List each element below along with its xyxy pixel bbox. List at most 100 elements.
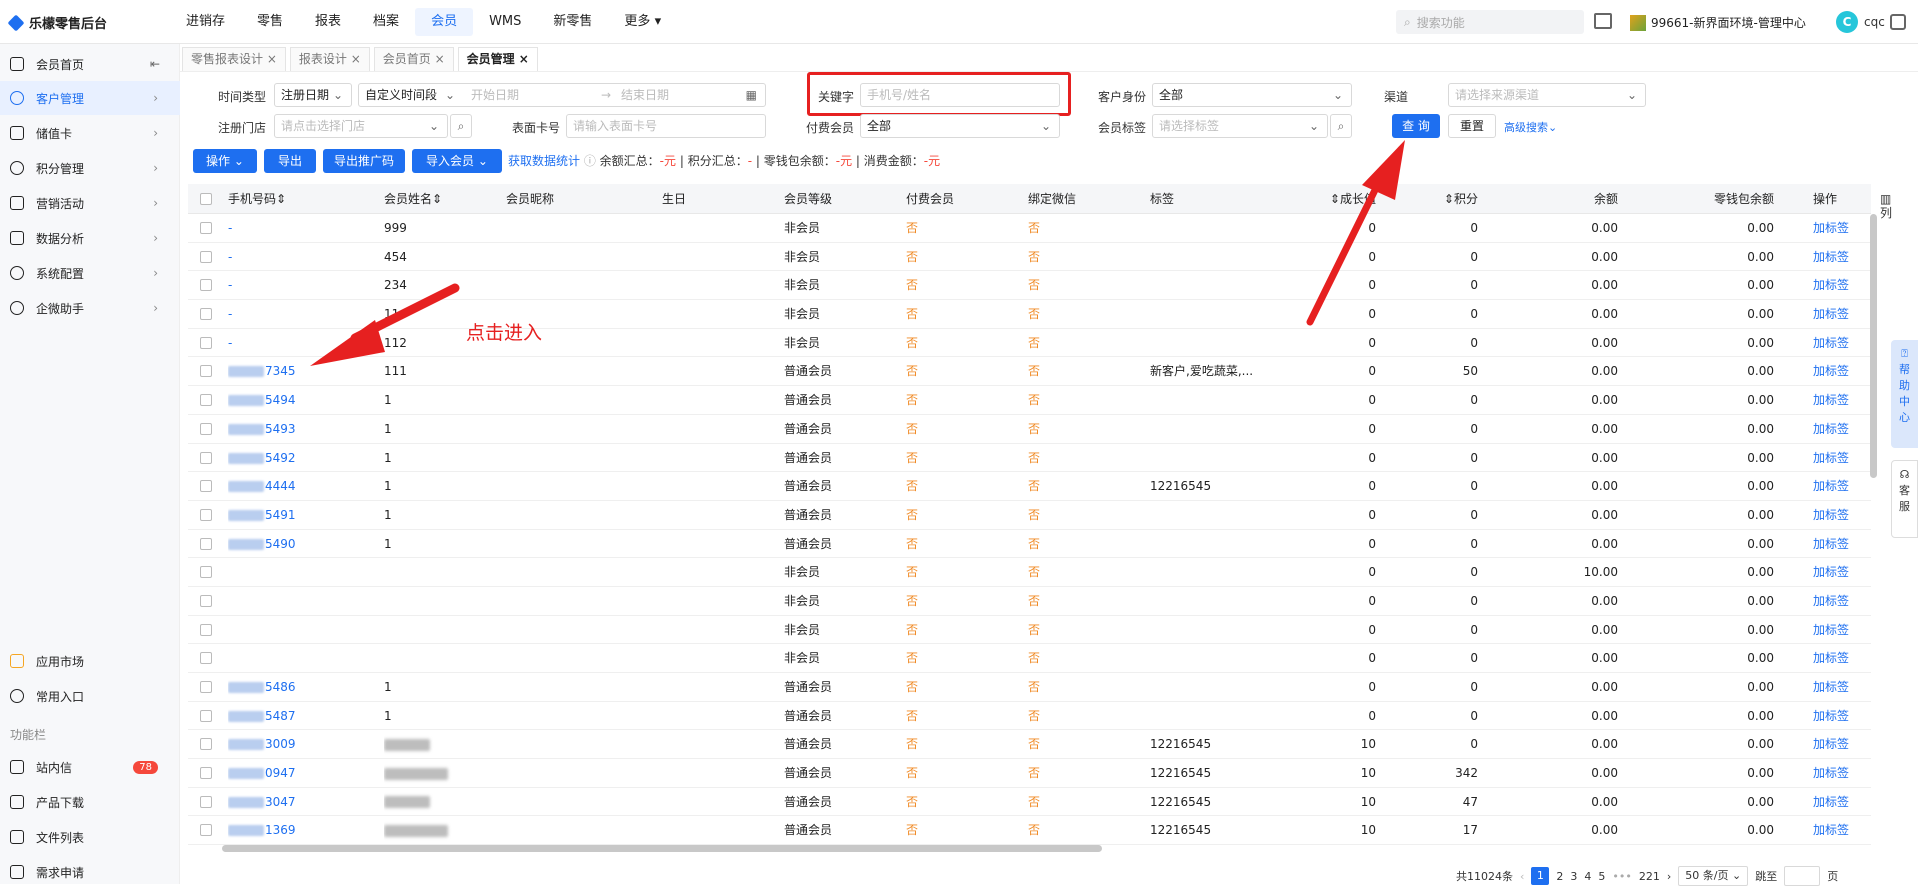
row-checkbox[interactable] [200, 250, 212, 263]
org-switcher[interactable]: 99661-新界面环境-管理中心 [1630, 14, 1806, 31]
row-checkbox[interactable] [200, 795, 212, 808]
add-tag-link[interactable]: 加标签 [1813, 415, 1863, 443]
header-phone[interactable]: 手机号码⇕ [228, 184, 286, 214]
sidebar-item-wecom[interactable]: 企微助手 › [0, 291, 180, 325]
add-tag-link[interactable]: 加标签 [1813, 271, 1863, 299]
add-tag-link[interactable]: 加标签 [1813, 386, 1863, 414]
cell-phone[interactable] [228, 587, 358, 615]
cell-phone[interactable]: 5494 [228, 386, 358, 414]
cell-phone[interactable]: - [228, 243, 358, 271]
cell-phone[interactable]: 3009 [228, 730, 358, 758]
select-all-checkbox[interactable] [200, 193, 212, 205]
export-promo-code-button[interactable]: 导出推广码 [323, 149, 405, 173]
identity-select[interactable]: 全部 ⌄ [1152, 83, 1352, 107]
row-checkbox[interactable] [200, 566, 212, 579]
row-checkbox[interactable] [200, 422, 212, 435]
sidebar-item-points[interactable]: 积分管理 › [0, 151, 180, 185]
add-tag-link[interactable]: 加标签 [1813, 300, 1863, 328]
tab-retail-report-design[interactable]: 零售报表设计 × [182, 47, 286, 71]
cell-phone[interactable] [228, 558, 358, 586]
sidebar-item-customer[interactable]: 客户管理 › [0, 81, 180, 115]
row-checkbox[interactable] [200, 365, 212, 378]
add-tag-link[interactable]: 加标签 [1813, 644, 1863, 672]
cell-phone[interactable]: 5491 [228, 501, 358, 529]
add-tag-link[interactable]: 加标签 [1813, 472, 1863, 500]
add-tag-link[interactable]: 加标签 [1813, 788, 1863, 816]
page-last[interactable]: 221 [1639, 870, 1660, 883]
add-tag-link[interactable]: 加标签 [1813, 357, 1863, 385]
reset-button[interactable]: 重置 [1448, 114, 1496, 138]
row-checkbox[interactable] [200, 594, 212, 607]
sidebar-item-messages[interactable]: 站内信 78 [0, 750, 180, 784]
card-number-input[interactable]: 请输入表面卡号 [566, 114, 766, 138]
row-checkbox[interactable] [200, 738, 212, 751]
page-ellipsis[interactable]: ••• [1612, 870, 1631, 883]
add-tag-link[interactable]: 加标签 [1813, 616, 1863, 644]
row-checkbox[interactable] [200, 652, 212, 665]
nav-inventory[interactable]: 进销存 [170, 0, 241, 44]
row-checkbox[interactable] [200, 336, 212, 349]
sidebar-item-system[interactable]: 系统配置 › [0, 256, 180, 290]
cell-phone[interactable]: 7345 [228, 357, 358, 385]
add-tag-link[interactable]: 加标签 [1813, 214, 1863, 242]
nav-report[interactable]: 报表 [299, 0, 357, 44]
nav-more[interactable]: 更多 ▾ [608, 0, 677, 44]
channel-select[interactable]: 请选择来源渠道 ⌄ [1448, 83, 1646, 107]
cell-phone[interactable] [228, 644, 358, 672]
printer-icon[interactable] [1594, 13, 1612, 29]
add-tag-link[interactable]: 加标签 [1813, 530, 1863, 558]
tab-member-home[interactable]: 会员首页 × [373, 47, 454, 71]
time-type-select[interactable]: 注册日期 ⌄ [274, 83, 352, 107]
add-tag-link[interactable]: 加标签 [1813, 587, 1863, 615]
header-name[interactable]: 会员姓名⇕ [384, 184, 442, 214]
sidebar-item-download[interactable]: 产品下载 [0, 785, 180, 819]
store-search-button[interactable]: ⌕ [450, 114, 472, 138]
collapse-icon[interactable]: ⇤ [150, 57, 160, 71]
row-checkbox[interactable] [200, 394, 212, 407]
cell-phone[interactable]: 5492 [228, 444, 358, 472]
sidebar-item-analytics[interactable]: 数据分析 › [0, 221, 180, 255]
add-tag-link[interactable]: 加标签 [1813, 673, 1863, 701]
sidebar-item-marketing[interactable]: 营销活动 › [0, 186, 180, 220]
fetch-stats-link[interactable]: 获取数据统计 [508, 154, 580, 168]
row-checkbox[interactable] [200, 451, 212, 464]
page-3[interactable]: 3 [1570, 870, 1577, 883]
customer-service-button[interactable]: ☊ 客服 [1891, 460, 1918, 538]
paid-select[interactable]: 全部 ⌄ [860, 114, 1060, 138]
tag-select[interactable]: 请选择标签 ⌄ [1152, 114, 1328, 138]
add-tag-link[interactable]: 加标签 [1813, 759, 1863, 787]
tag-search-button[interactable]: ⌕ [1330, 114, 1352, 138]
nav-retail[interactable]: 零售 [241, 0, 299, 44]
row-checkbox[interactable] [200, 308, 212, 321]
row-checkbox[interactable] [200, 623, 212, 636]
row-checkbox[interactable] [200, 767, 212, 780]
add-tag-link[interactable]: 加标签 [1813, 329, 1863, 357]
add-tag-link[interactable]: 加标签 [1813, 816, 1863, 844]
horizontal-scrollbar[interactable] [222, 845, 1102, 852]
sidebar-item-stored-card[interactable]: 储值卡 › [0, 116, 180, 150]
operation-menu-button[interactable]: 操作 ⌄ [193, 149, 257, 173]
next-page-icon[interactable]: › [1667, 870, 1671, 883]
cell-phone[interactable]: 0947 [228, 759, 358, 787]
vertical-scrollbar[interactable] [1870, 214, 1877, 478]
sidebar-item-files[interactable]: 文件列表 [0, 820, 180, 854]
cell-phone[interactable]: - [228, 329, 358, 357]
row-checkbox[interactable] [200, 681, 212, 693]
row-checkbox[interactable] [200, 537, 212, 550]
apps-grid-icon[interactable] [1890, 14, 1906, 30]
help-center-button[interactable]: ⍰ 帮助中心 [1891, 340, 1918, 448]
cell-phone[interactable]: - [228, 214, 358, 242]
cell-phone[interactable]: 4444 [228, 472, 358, 500]
page-size-select[interactable]: 50 条/页 ⌄ [1678, 866, 1749, 886]
user-menu[interactable]: Ccqc [1836, 11, 1885, 33]
nav-new-retail[interactable]: 新零售 [537, 0, 608, 44]
cell-phone[interactable]: 5487 [228, 702, 358, 730]
jump-input[interactable] [1784, 866, 1821, 886]
add-tag-link[interactable]: 加标签 [1813, 558, 1863, 586]
column-settings[interactable]: ▥ 列 [1880, 192, 1894, 220]
tab-report-design[interactable]: 报表设计 × [289, 47, 370, 71]
search-input[interactable]: ⌕ 搜索功能 [1396, 10, 1584, 34]
store-select[interactable]: 请点击选择门店 ⌄ [274, 114, 448, 138]
add-tag-link[interactable]: 加标签 [1813, 501, 1863, 529]
add-tag-link[interactable]: 加标签 [1813, 702, 1863, 730]
